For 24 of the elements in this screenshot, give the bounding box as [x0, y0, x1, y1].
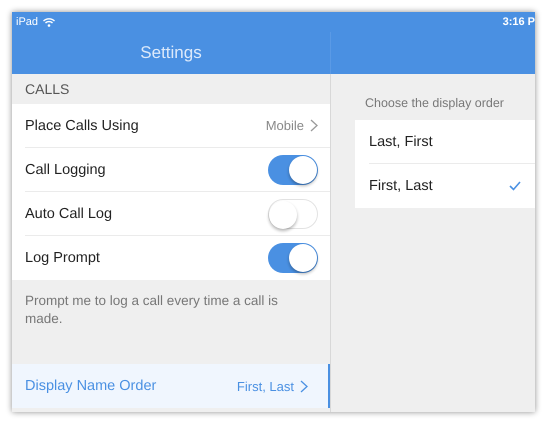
toggle-switch[interactable] [268, 154, 318, 184]
setting-label: Log Prompt [25, 250, 100, 266]
row-label: Display Name Order [25, 378, 156, 394]
setting-value[interactable]: Mobile [266, 118, 304, 133]
clock-time: 3:16 P [502, 16, 535, 28]
option-row[interactable]: First, Last [369, 164, 535, 208]
chevron-icon [310, 119, 318, 132]
section-header: CALLS [25, 81, 70, 97]
toggle-switch[interactable] [268, 243, 318, 273]
nav-title: Settings [140, 43, 202, 63]
row-value: First, Last [236, 378, 294, 394]
section-header: Choose the display order [364, 96, 505, 110]
setting-label: Call Logging [25, 162, 106, 178]
toggle-switch[interactable] [268, 198, 318, 228]
chevron-icon [300, 380, 308, 392]
option-row[interactable]: Last, First [369, 120, 535, 164]
option-label: First, Last [369, 178, 433, 194]
footer-note: Prompt me to log a call every time a call is made. [25, 293, 278, 326]
option-label: Last, First [369, 134, 433, 150]
wifi-icon [43, 18, 56, 26]
device-name: iPad [16, 16, 38, 28]
setting-label: Place Calls Using [25, 118, 139, 134]
checkmark-icon [509, 181, 521, 191]
setting-label: Auto Call Log [25, 206, 112, 222]
